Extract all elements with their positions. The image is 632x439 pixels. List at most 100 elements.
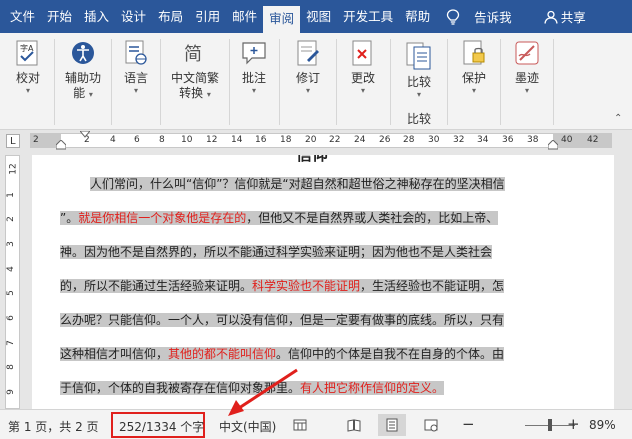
share-button[interactable]: 共享 <box>544 7 586 26</box>
tab-layout[interactable]: 布局 <box>152 3 189 30</box>
track-changes-icon <box>297 40 319 66</box>
print-layout-icon <box>386 418 398 432</box>
document-line[interactable]: 的，所以不能通过生活经验来证明。科学实验也不能证明，生活经验也不能证明，怎 <box>60 269 505 303</box>
tab-developer[interactable]: 开发工具 <box>337 3 399 30</box>
chevron-down-icon: ▾ <box>524 86 529 95</box>
tab-mailings[interactable]: 邮件 <box>226 3 263 30</box>
read-mode-icon[interactable] <box>347 418 361 432</box>
tracking-label: 修订 <box>295 71 320 85</box>
tab-view[interactable]: 视图 <box>300 3 337 30</box>
chinese-conversion-label-2: 转换 <box>179 86 204 100</box>
accessibility-button[interactable]: 辅助功能 ▾ <box>57 33 109 130</box>
zoom-level[interactable]: 89% <box>589 418 616 432</box>
ruler-number: 12 <box>8 163 19 175</box>
ruler-number: 2 <box>33 135 39 145</box>
selected-text: 的，所以不能通过生活经验来证明。 <box>60 279 253 293</box>
zoom-slider-thumb[interactable] <box>548 419 552 431</box>
tab-references[interactable]: 引用 <box>189 3 226 30</box>
macro-record-icon[interactable] <box>293 418 307 432</box>
ruler-number: 16 <box>255 135 267 145</box>
ruler-number: 1 <box>5 192 16 198</box>
vertical-scrollbar[interactable] <box>614 155 632 409</box>
ruler-number: 30 <box>428 135 440 145</box>
ruler-number: 32 <box>453 135 465 145</box>
hanging-indent-marker[interactable] <box>56 140 66 150</box>
ribbon-divider <box>447 39 448 125</box>
ruler-number: 20 <box>305 135 317 145</box>
vertical-ruler[interactable]: 12 1 2 3 4 5 6 7 8 9 <box>5 155 20 409</box>
ruler-number: 34 <box>477 135 489 145</box>
document-line[interactable]: 么办呢？只能信仰。一个人，可以没有信仰，但是一定要有做事的底线。所以，只有 <box>60 303 505 337</box>
tracking-button[interactable]: 修订 ▾ <box>282 33 334 130</box>
document-line[interactable]: 神。因为他不是自然界的，所以不能通过科学实验来证明；因为他也不是人类社会 <box>60 235 493 269</box>
ink-button[interactable]: 墨迹 ▾ <box>503 33 551 130</box>
chevron-down-icon: ▾ <box>305 86 310 95</box>
ruler-number: 2 <box>5 216 16 222</box>
ribbon-tab-bar: 文件 开始 插入 设计 布局 引用 邮件 审阅 视图 开发工具 帮助 告诉我 共… <box>0 0 632 33</box>
horizontal-ruler-area: L 2 2 4 6 8 10 12 14 16 18 20 22 24 26 2… <box>0 130 632 153</box>
ruler-number: 4 <box>110 135 116 145</box>
language-indicator[interactable]: 中文(中国) <box>219 418 276 435</box>
tab-review[interactable]: 审阅 <box>263 6 301 33</box>
pen-ink-icon <box>515 41 539 65</box>
chinese-conversion-button[interactable]: 简 中文简繁 转换 ▾ <box>163 33 227 130</box>
ruler-number: 8 <box>159 135 165 145</box>
ruler-number: 4 <box>5 266 16 272</box>
print-layout-button[interactable] <box>378 414 406 436</box>
horizontal-ruler[interactable]: 2 2 4 6 8 10 12 14 16 18 20 22 24 26 28 … <box>30 131 612 150</box>
ruler-number: 36 <box>502 135 514 145</box>
first-line-indent-marker[interactable] <box>80 131 90 139</box>
chevron-down-icon: ▾ <box>133 86 138 95</box>
collapse-ribbon-icon[interactable]: ⌃ <box>614 113 622 124</box>
language-button[interactable]: 语言 ▾ <box>114 33 158 130</box>
tell-me-button[interactable]: 告诉我 <box>446 7 512 26</box>
selected-text: 神。因为他不是自然界的，所以不能通过科学实验来证明；因为他也不是人类社会 <box>60 245 493 259</box>
ribbon-divider <box>279 39 280 125</box>
tab-home[interactable]: 开始 <box>41 3 78 30</box>
ruler-number: 12 <box>206 135 218 145</box>
heading-fragment: 信仰 <box>296 155 328 164</box>
ruler-number: 18 <box>280 135 292 145</box>
chevron-down-icon: ▾ <box>88 90 93 99</box>
status-bar: 第 1 页，共 2 页 252/1334 个字 中文(中国) − + 89% <box>0 409 632 439</box>
selected-text: ”。 <box>60 211 79 225</box>
comments-button[interactable]: 批注 ▾ <box>232 33 276 130</box>
zoom-in-button[interactable]: + <box>567 415 580 433</box>
chevron-down-icon: ▾ <box>251 86 256 95</box>
ruler-number: 9 <box>5 389 16 395</box>
svg-text:字A: 字A <box>20 43 34 53</box>
document-page[interactable]: 信仰 人们常问，什么叫“信仰”？信仰就是“对超自然和超世俗之神秘存在的坚决相信 ”… <box>32 155 614 409</box>
ribbon-divider <box>229 39 230 125</box>
zoom-out-button[interactable]: − <box>462 415 475 433</box>
document-line[interactable]: 人们常问，什么叫“信仰”？信仰就是“对超自然和超世俗之神秘存在的坚决相信 <box>90 167 505 201</box>
ribbon-divider <box>500 39 501 125</box>
protect-button[interactable]: 保护 ▾ <box>450 33 498 130</box>
changes-button[interactable]: 更改 ▾ <box>339 33 387 130</box>
accept-reject-icon <box>352 40 372 66</box>
tab-file[interactable]: 文件 <box>4 3 41 30</box>
comments-label: 批注 <box>241 71 266 85</box>
ruler-number: 8 <box>5 364 16 370</box>
page-count[interactable]: 第 1 页，共 2 页 <box>8 418 99 435</box>
tab-selector[interactable]: L <box>6 134 20 148</box>
svg-text:简: 简 <box>184 44 202 65</box>
compare-group-label: 比较 <box>406 112 431 126</box>
document-line[interactable]: ”。就是你相信一个对象他是存在的，但他又不是自然界或人类社会的，比如上帝、 <box>60 201 499 235</box>
ink-label: 墨迹 <box>514 71 539 85</box>
ruler-number: 10 <box>181 135 193 145</box>
person-icon <box>544 10 558 24</box>
selected-text: 人们常问，什么叫“信仰”？信仰就是“对超自然和超世俗之神秘存在的坚决相信 <box>90 177 505 191</box>
annotation-arrow <box>228 368 298 416</box>
proofing-button[interactable]: 字A 校对 ▾ <box>4 33 52 130</box>
word-count[interactable]: 252/1334 个字 <box>119 418 204 435</box>
compare-button[interactable]: 比较 ▾ 比较 <box>393 33 445 130</box>
language-label: 语言 <box>123 71 148 85</box>
ribbon-divider <box>111 39 112 125</box>
tab-insert[interactable]: 插入 <box>78 3 115 30</box>
web-layout-icon[interactable] <box>424 418 438 432</box>
ruler-number: 26 <box>379 135 391 145</box>
ribbon-divider <box>553 39 554 125</box>
tab-design[interactable]: 设计 <box>115 3 152 30</box>
tab-help[interactable]: 帮助 <box>399 3 436 30</box>
right-indent-marker[interactable] <box>548 140 558 150</box>
